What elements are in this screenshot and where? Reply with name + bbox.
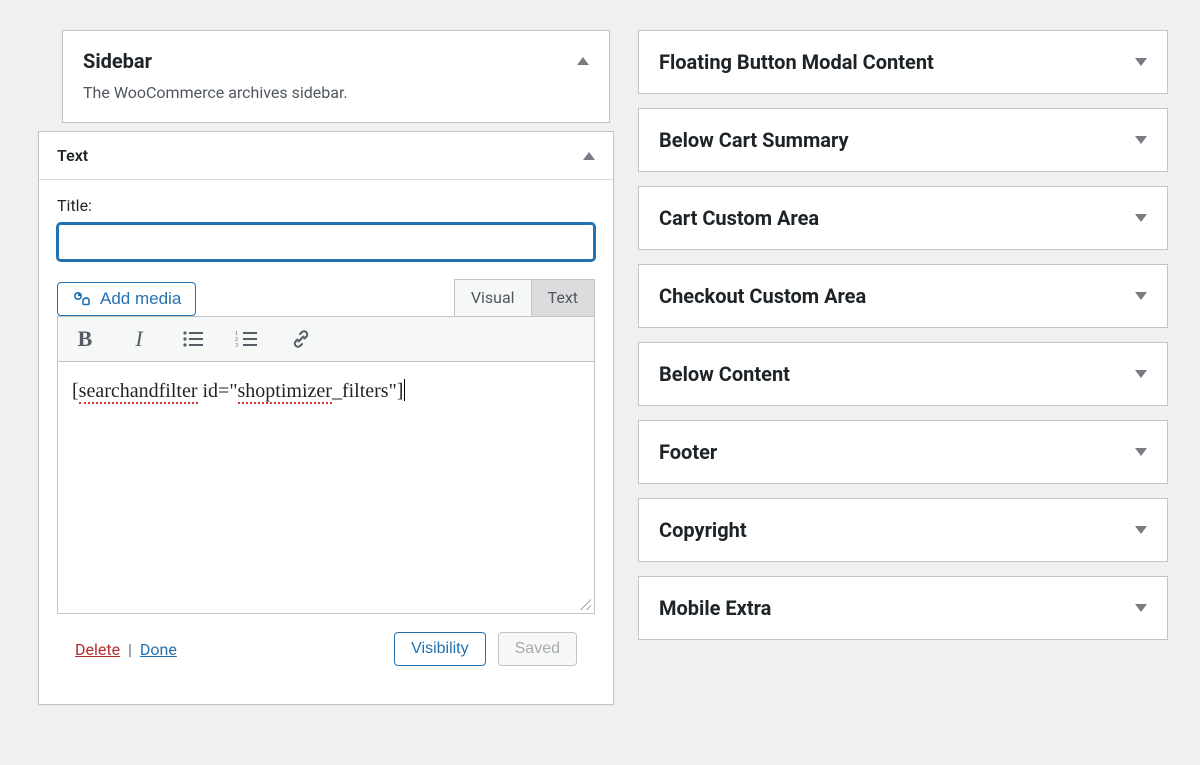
tab-text[interactable]: Text bbox=[532, 279, 595, 316]
media-icon bbox=[72, 289, 92, 309]
area-title: Floating Button Modal Content bbox=[659, 50, 934, 74]
expand-icon bbox=[1135, 214, 1147, 222]
ordered-list-button[interactable]: 1 2 3 bbox=[234, 327, 260, 351]
bold-icon: B bbox=[78, 326, 93, 352]
widget-footer-left: Delete | Done bbox=[75, 640, 177, 659]
add-media-label: Add media bbox=[100, 289, 181, 309]
visibility-button[interactable]: Visibility bbox=[394, 632, 486, 666]
list-ol-icon: 1 2 3 bbox=[235, 330, 259, 348]
editor-text: [searchandfilter id="shoptimizer_filters… bbox=[72, 380, 405, 402]
area-title: Checkout Custom Area bbox=[659, 284, 866, 308]
list-ul-icon bbox=[182, 330, 204, 348]
expand-icon bbox=[1135, 604, 1147, 612]
widget-header[interactable]: Text bbox=[39, 132, 613, 180]
link-button[interactable] bbox=[288, 327, 314, 351]
text-widget-card: Text Title: Add medi bbox=[38, 131, 614, 705]
sidebar-description: The WooCommerce archives sidebar. bbox=[63, 77, 609, 122]
area-title: Footer bbox=[659, 440, 717, 464]
area-title: Below Cart Summary bbox=[659, 128, 849, 152]
text-cursor bbox=[404, 379, 405, 401]
editor-toolbar: B I 1 2 bbox=[57, 316, 595, 362]
area-title: Copyright bbox=[659, 518, 747, 542]
separator: | bbox=[128, 640, 132, 659]
area-title: Below Content bbox=[659, 362, 790, 386]
area-header[interactable]: Copyright bbox=[639, 499, 1167, 561]
widget-areas-list: Floating Button Modal Content Below Cart… bbox=[638, 30, 1168, 705]
editor-tabs: Visual Text bbox=[454, 279, 595, 316]
area-header[interactable]: Mobile Extra bbox=[639, 577, 1167, 639]
expand-icon bbox=[1135, 292, 1147, 300]
svg-text:3: 3 bbox=[235, 343, 238, 348]
expand-icon bbox=[1135, 136, 1147, 144]
add-media-button[interactable]: Add media bbox=[57, 282, 196, 316]
expand-icon bbox=[1135, 526, 1147, 534]
widget-name: Text bbox=[57, 146, 88, 165]
expand-icon bbox=[1135, 58, 1147, 66]
collapse-icon bbox=[583, 152, 595, 160]
area-footer: Footer bbox=[638, 420, 1168, 484]
area-copyright: Copyright bbox=[638, 498, 1168, 562]
collapse-icon bbox=[577, 57, 589, 65]
saved-button: Saved bbox=[498, 632, 577, 666]
sidebar-header[interactable]: Sidebar bbox=[63, 31, 609, 77]
area-cart-custom: Cart Custom Area bbox=[638, 186, 1168, 250]
done-link[interactable]: Done bbox=[140, 640, 177, 659]
italic-button[interactable]: I bbox=[126, 327, 152, 351]
area-below-content: Below Content bbox=[638, 342, 1168, 406]
bold-button[interactable]: B bbox=[72, 327, 98, 351]
area-header[interactable]: Checkout Custom Area bbox=[639, 265, 1167, 327]
italic-icon: I bbox=[135, 326, 142, 352]
area-title: Mobile Extra bbox=[659, 596, 771, 620]
area-header[interactable]: Footer bbox=[639, 421, 1167, 483]
link-icon bbox=[290, 328, 312, 350]
title-input[interactable] bbox=[57, 223, 595, 261]
area-title: Cart Custom Area bbox=[659, 206, 819, 230]
delete-link[interactable]: Delete bbox=[75, 640, 120, 659]
editor-content-area[interactable]: [searchandfilter id="shoptimizer_filters… bbox=[57, 362, 595, 614]
area-header[interactable]: Cart Custom Area bbox=[639, 187, 1167, 249]
expand-icon bbox=[1135, 448, 1147, 456]
area-floating-button-modal: Floating Button Modal Content bbox=[638, 30, 1168, 94]
expand-icon bbox=[1135, 370, 1147, 378]
area-header[interactable]: Below Content bbox=[639, 343, 1167, 405]
unordered-list-button[interactable] bbox=[180, 327, 206, 351]
sidebar-title: Sidebar bbox=[83, 49, 152, 73]
tab-visual[interactable]: Visual bbox=[454, 279, 532, 316]
area-checkout-custom: Checkout Custom Area bbox=[638, 264, 1168, 328]
resize-handle[interactable] bbox=[577, 596, 591, 610]
title-label: Title: bbox=[57, 196, 595, 215]
area-mobile-extra: Mobile Extra bbox=[638, 576, 1168, 640]
area-below-cart-summary: Below Cart Summary bbox=[638, 108, 1168, 172]
area-header[interactable]: Below Cart Summary bbox=[639, 109, 1167, 171]
area-header[interactable]: Floating Button Modal Content bbox=[639, 31, 1167, 93]
sidebar-widget-area: Sidebar The WooCommerce archives sidebar… bbox=[62, 30, 610, 123]
